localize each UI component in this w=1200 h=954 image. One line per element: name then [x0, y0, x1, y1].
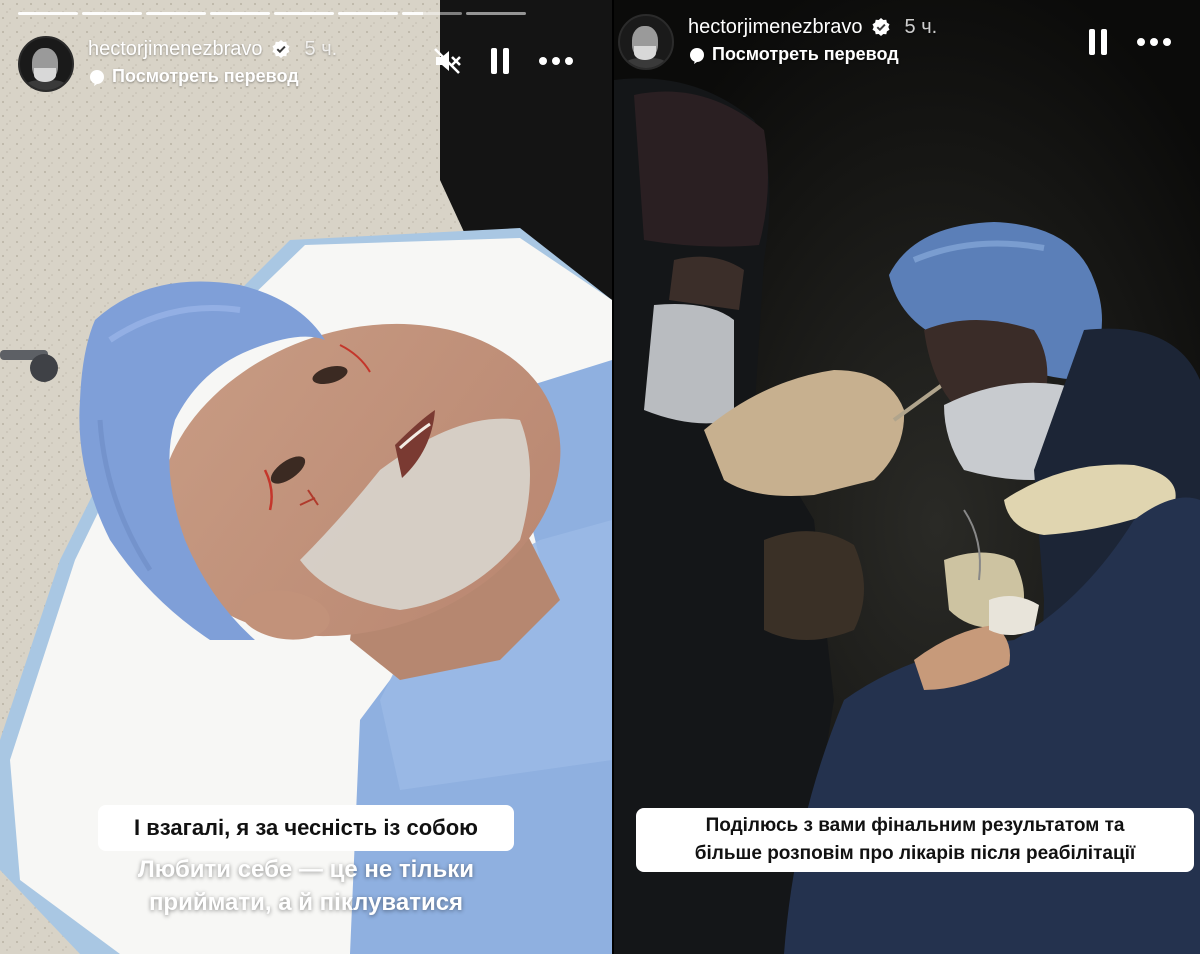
story-header: hectorjimenezbravo 5 ч. Посмотреть перев… — [618, 14, 937, 70]
translate-link[interactable]: Посмотреть перевод — [688, 44, 937, 65]
username-link[interactable]: hectorjimenezbravo — [688, 16, 863, 39]
pause-icon — [491, 48, 509, 74]
progress-segment — [274, 12, 334, 15]
caption-line: більше розповім про лікарів після реабіл… — [694, 843, 1136, 864]
caption-line: Любити себе — це не тільки — [137, 856, 475, 883]
caption-line: приймати, а й піклуватися — [148, 889, 464, 916]
username-link[interactable]: hectorjimenezbravo — [88, 38, 263, 61]
pause-icon — [1089, 29, 1107, 55]
progress-segment — [210, 12, 270, 15]
story-header: hectorjimenezbravo 5 ч. Посмотреть перев… — [18, 36, 337, 92]
caption-boxed: Поділюсь з вами фінальним результатом та… — [636, 808, 1194, 872]
story-controls — [432, 46, 574, 76]
more-options-button[interactable] — [538, 56, 574, 66]
verified-badge-icon — [872, 18, 890, 36]
avatar[interactable] — [618, 14, 674, 70]
caption-text: Любити себе — це не тільки приймати, а й… — [70, 853, 542, 919]
translate-link[interactable]: Посмотреть перевод — [88, 66, 337, 87]
caption-line: Поділюсь з вами фінальним результатом та — [705, 815, 1125, 836]
translate-icon — [690, 47, 704, 64]
story-progress-bar — [18, 12, 526, 15]
progress-segment — [338, 12, 398, 15]
translate-icon — [90, 69, 104, 86]
avatar[interactable] — [18, 36, 74, 92]
translate-label: Посмотреть перевод — [112, 66, 299, 86]
caption-boxed: І взагалі, я за чесність із собою — [98, 805, 514, 851]
post-time: 5 ч. — [304, 37, 338, 60]
story-right[interactable]: hectorjimenezbravo 5 ч. Посмотреть перев… — [614, 0, 1200, 954]
progress-segment — [18, 12, 78, 15]
story-left[interactable]: hectorjimenezbravo 5 ч. Посмотреть перев… — [0, 0, 612, 954]
story-controls — [1088, 28, 1172, 56]
progress-segment-current — [402, 12, 462, 15]
verified-badge-icon — [272, 40, 290, 58]
more-options-button[interactable] — [1136, 37, 1172, 47]
mute-icon — [434, 48, 461, 74]
progress-segment — [466, 12, 526, 15]
pause-button[interactable] — [1088, 28, 1108, 56]
post-time: 5 ч. — [904, 15, 938, 38]
more-icon — [539, 57, 573, 65]
translate-label: Посмотреть перевод — [712, 44, 899, 64]
progress-segment — [82, 12, 142, 15]
pause-button[interactable] — [490, 47, 510, 75]
mute-button[interactable] — [432, 46, 462, 76]
more-icon — [1137, 38, 1171, 46]
progress-segment — [146, 12, 206, 15]
